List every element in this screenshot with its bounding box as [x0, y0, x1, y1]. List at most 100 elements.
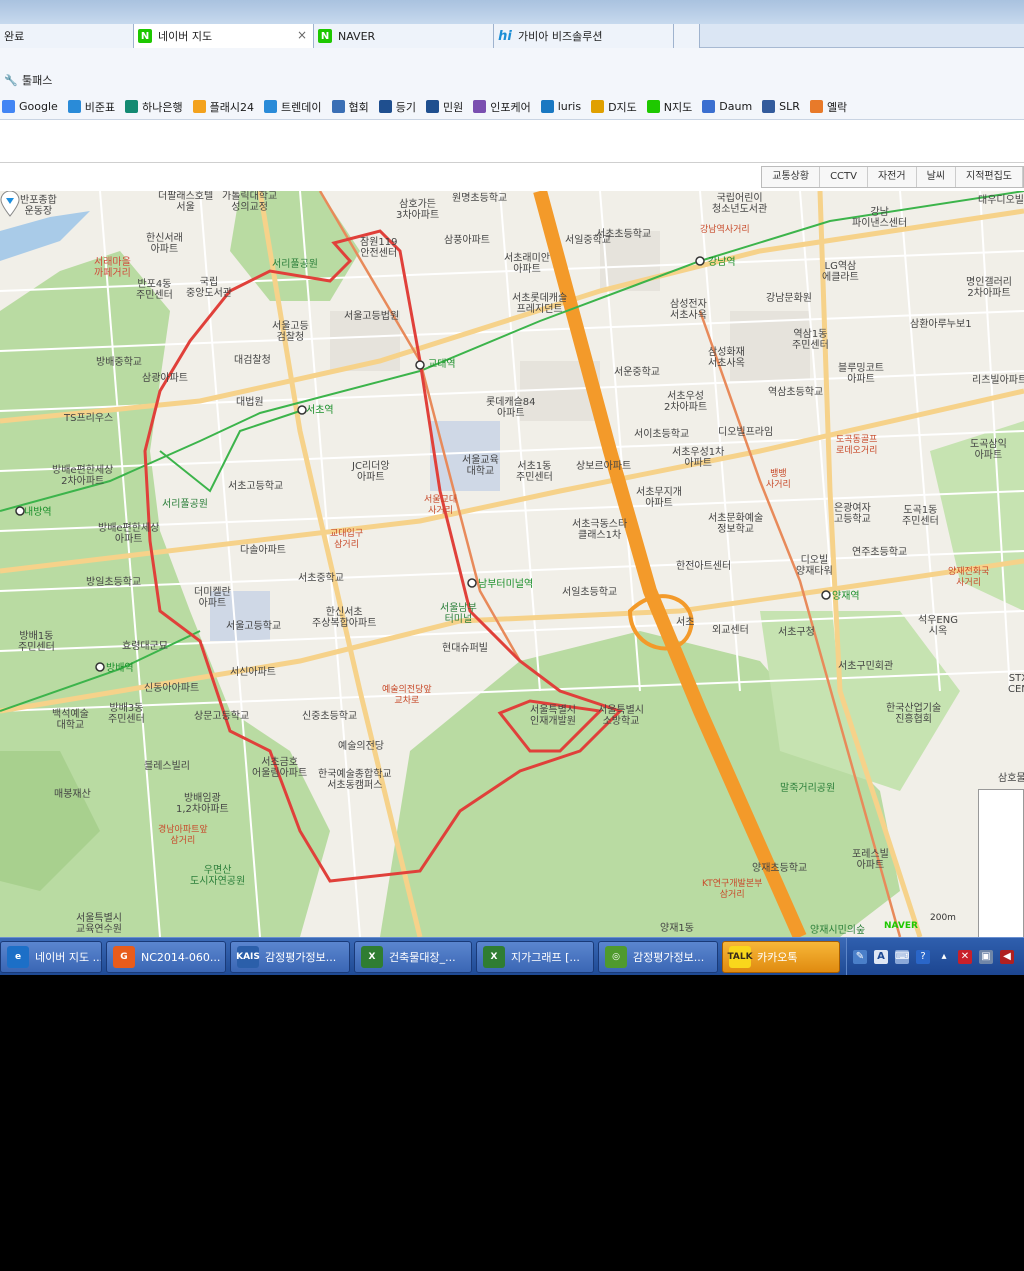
favorite-link[interactable]: N지도: [646, 99, 692, 115]
map-label[interactable]: 서초우성1차 아파트: [672, 447, 724, 469]
map-label[interactable]: 서일초등학교: [562, 587, 617, 598]
map-label[interactable]: 한신서래 아파트: [146, 233, 183, 255]
map-label[interactable]: KT연구개발본부 삼거리: [702, 879, 762, 901]
map-label[interactable]: 가톨릭대학교 성의교정: [222, 191, 277, 213]
map-label[interactable]: 리츠빌아파트: [972, 375, 1024, 386]
map-label[interactable]: 더팔래스호텔 서울: [158, 191, 213, 213]
favorite-link[interactable]: D지도: [591, 99, 637, 115]
map-label[interactable]: 잠원119 안전센터: [360, 237, 398, 259]
map-tab-bicycle[interactable]: 자전거: [868, 167, 917, 187]
favorite-link[interactable]: 하나은행: [125, 99, 183, 115]
taskbar-button[interactable]: X 건축물대장_...: [354, 941, 472, 973]
favorite-link[interactable]: Google: [2, 100, 58, 113]
map-canvas[interactable]: 반포종합 운동장 더팔래스호텔 서울 가톨릭대학교 성의교정 삼호가든 3차아파트 원명…: [0, 191, 1024, 937]
map-label[interactable]: 서신아파트: [230, 667, 276, 678]
map-label[interactable]: 서울고등 검찰청: [272, 321, 309, 343]
favorite-link[interactable]: 인포케어: [473, 99, 531, 115]
taskbar-button[interactable]: ◎ 감정평가정보...: [598, 941, 718, 973]
chevron-up-icon[interactable]: ▴: [937, 950, 951, 964]
map-label[interactable]: 서초초등학교: [596, 229, 651, 240]
map-label[interactable]: 반포종합 운동장: [20, 195, 57, 217]
map-tab-weather[interactable]: 날씨: [917, 167, 956, 187]
map-label[interactable]: 외교센터: [712, 625, 749, 636]
map-label[interactable]: 도곡1동 주민센터: [902, 505, 939, 527]
favorite-link[interactable]: 옐락: [809, 99, 847, 115]
map-label[interactable]: 석우ENG 시옥: [918, 615, 958, 637]
map-label[interactable]: 원명초등학교: [452, 193, 507, 204]
favorite-link[interactable]: Daum: [702, 100, 752, 113]
map-label[interactable]: 양재시민의숲: [810, 925, 865, 936]
map-tab-traffic[interactable]: 교통상황: [762, 167, 821, 187]
map-tab-cctv[interactable]: CCTV: [820, 167, 868, 187]
map-label[interactable]: 서울남부 터미널: [440, 603, 477, 625]
map-label[interactable]: 방배3동 주민센터: [108, 703, 145, 725]
map-label[interactable]: 서이초등학교: [634, 429, 689, 440]
map-label[interactable]: 서초우성 2차아파트: [664, 391, 707, 413]
taskbar-button[interactable]: X 지가그래프 [...: [476, 941, 594, 973]
map-label[interactable]: 서울특별시 교육연수원: [76, 913, 122, 935]
map-label[interactable]: 삼광아파트: [142, 373, 188, 384]
map-label[interactable]: 삼성화재 서초사옥: [708, 347, 745, 369]
security-icon[interactable]: ✕: [958, 950, 972, 964]
map-label[interactable]: 양재역: [832, 591, 860, 602]
map-label[interactable]: 예술의전당앞 교차로: [382, 685, 432, 707]
taskbar-button[interactable]: TALK 카카오톡: [722, 941, 840, 973]
map-label[interactable]: 매봉재산: [54, 789, 91, 800]
map-label[interactable]: 반포4동 주민센터: [136, 279, 173, 301]
map-label[interactable]: 현대슈퍼빌: [442, 643, 488, 654]
map-label[interactable]: 디오빌프라임: [718, 427, 773, 438]
map-label[interactable]: JC리더앙 아파트: [352, 461, 390, 483]
map-label[interactable]: 효령대군묘: [122, 641, 168, 652]
map-label[interactable]: 방일초등학교: [86, 577, 141, 588]
map-label[interactable]: 강남역: [708, 257, 736, 268]
favorite-link[interactable]: 민원: [426, 99, 463, 115]
map-label[interactable]: 한전아트센터: [676, 561, 731, 572]
map-label[interactable]: 강남문화원: [766, 293, 812, 304]
map-label[interactable]: 더미켈란 아파트: [194, 587, 231, 609]
map-label[interactable]: 방배1동 주민센터: [18, 631, 55, 653]
favorite-link[interactable]: 트렌데이: [264, 99, 322, 115]
map-label[interactable]: 삼호가든 3차아파트: [396, 199, 439, 221]
location-pin-icon[interactable]: [0, 191, 20, 217]
map-label[interactable]: 명인갤러리 2차아파트: [966, 277, 1012, 299]
map-label[interactable]: 서초구민회관: [838, 661, 893, 672]
taskbar-button[interactable]: G NC2014-060...: [106, 941, 226, 973]
map-label[interactable]: 서울특별시 인재개발원: [530, 705, 576, 727]
map-label[interactable]: 신동아아파트: [144, 683, 199, 694]
map-label[interactable]: 삼환아루누보1: [910, 319, 972, 330]
map-label[interactable]: 서초역: [306, 405, 334, 416]
map-label[interactable]: 우면산 도시자연공원: [190, 865, 245, 887]
map-label[interactable]: 도곡동골프 로데오거리: [836, 435, 877, 457]
map-label[interactable]: 서초극동스타 클래스1차: [572, 519, 627, 541]
map-label[interactable]: 서초래미안 아파트: [504, 253, 550, 275]
map-label[interactable]: 뱅뱅 사거리: [766, 469, 791, 491]
map-label[interactable]: 국립 중앙도서관: [186, 277, 232, 299]
map-label[interactable]: 국립어린이 청소년도서관: [712, 193, 767, 215]
map-label[interactable]: 양재초등학교: [752, 863, 807, 874]
map-label[interactable]: 한국산업기술 진흥협회: [886, 703, 941, 725]
map-label[interactable]: 남부터미널역: [478, 579, 533, 590]
map-label[interactable]: 대법원: [236, 397, 264, 408]
map-label[interactable]: 서울고등법원: [344, 311, 399, 322]
favorite-link[interactable]: 비준표: [67, 99, 115, 115]
map-label[interactable]: 방배e편한세상 2차아파트: [52, 465, 113, 487]
map-label[interactable]: 신중초등학교: [302, 711, 357, 722]
map-label[interactable]: 서초: [676, 617, 694, 628]
map-label[interactable]: 은광여자 고등학교: [834, 503, 871, 525]
tools-menu[interactable]: 🔧 툴패스: [4, 72, 52, 88]
map-label[interactable]: 서울고등학교: [226, 621, 281, 632]
mini-map[interactable]: [978, 789, 1024, 937]
map-label[interactable]: 백석예술 대학교: [52, 709, 89, 731]
tab-naver-map[interactable]: N 네이버 지도 ×: [134, 24, 314, 48]
favorite-link[interactable]: SLR: [762, 100, 800, 113]
map-label[interactable]: 서울교육 대학교: [462, 455, 499, 477]
keyboard-icon[interactable]: ⌨: [895, 950, 909, 964]
map-label[interactable]: 서래마을 까페거리: [94, 257, 131, 279]
favorite-link[interactable]: luris: [540, 100, 581, 113]
map-label[interactable]: 방배중학교: [96, 357, 142, 368]
tab-naver[interactable]: N NAVER: [314, 24, 494, 48]
map-label[interactable]: 롯데캐슬84 아파트: [486, 397, 536, 419]
network-icon[interactable]: ▣: [979, 950, 993, 964]
map-label[interactable]: 서초1동 주민센터: [516, 461, 553, 483]
map-label[interactable]: 말죽거리공원: [780, 783, 835, 794]
